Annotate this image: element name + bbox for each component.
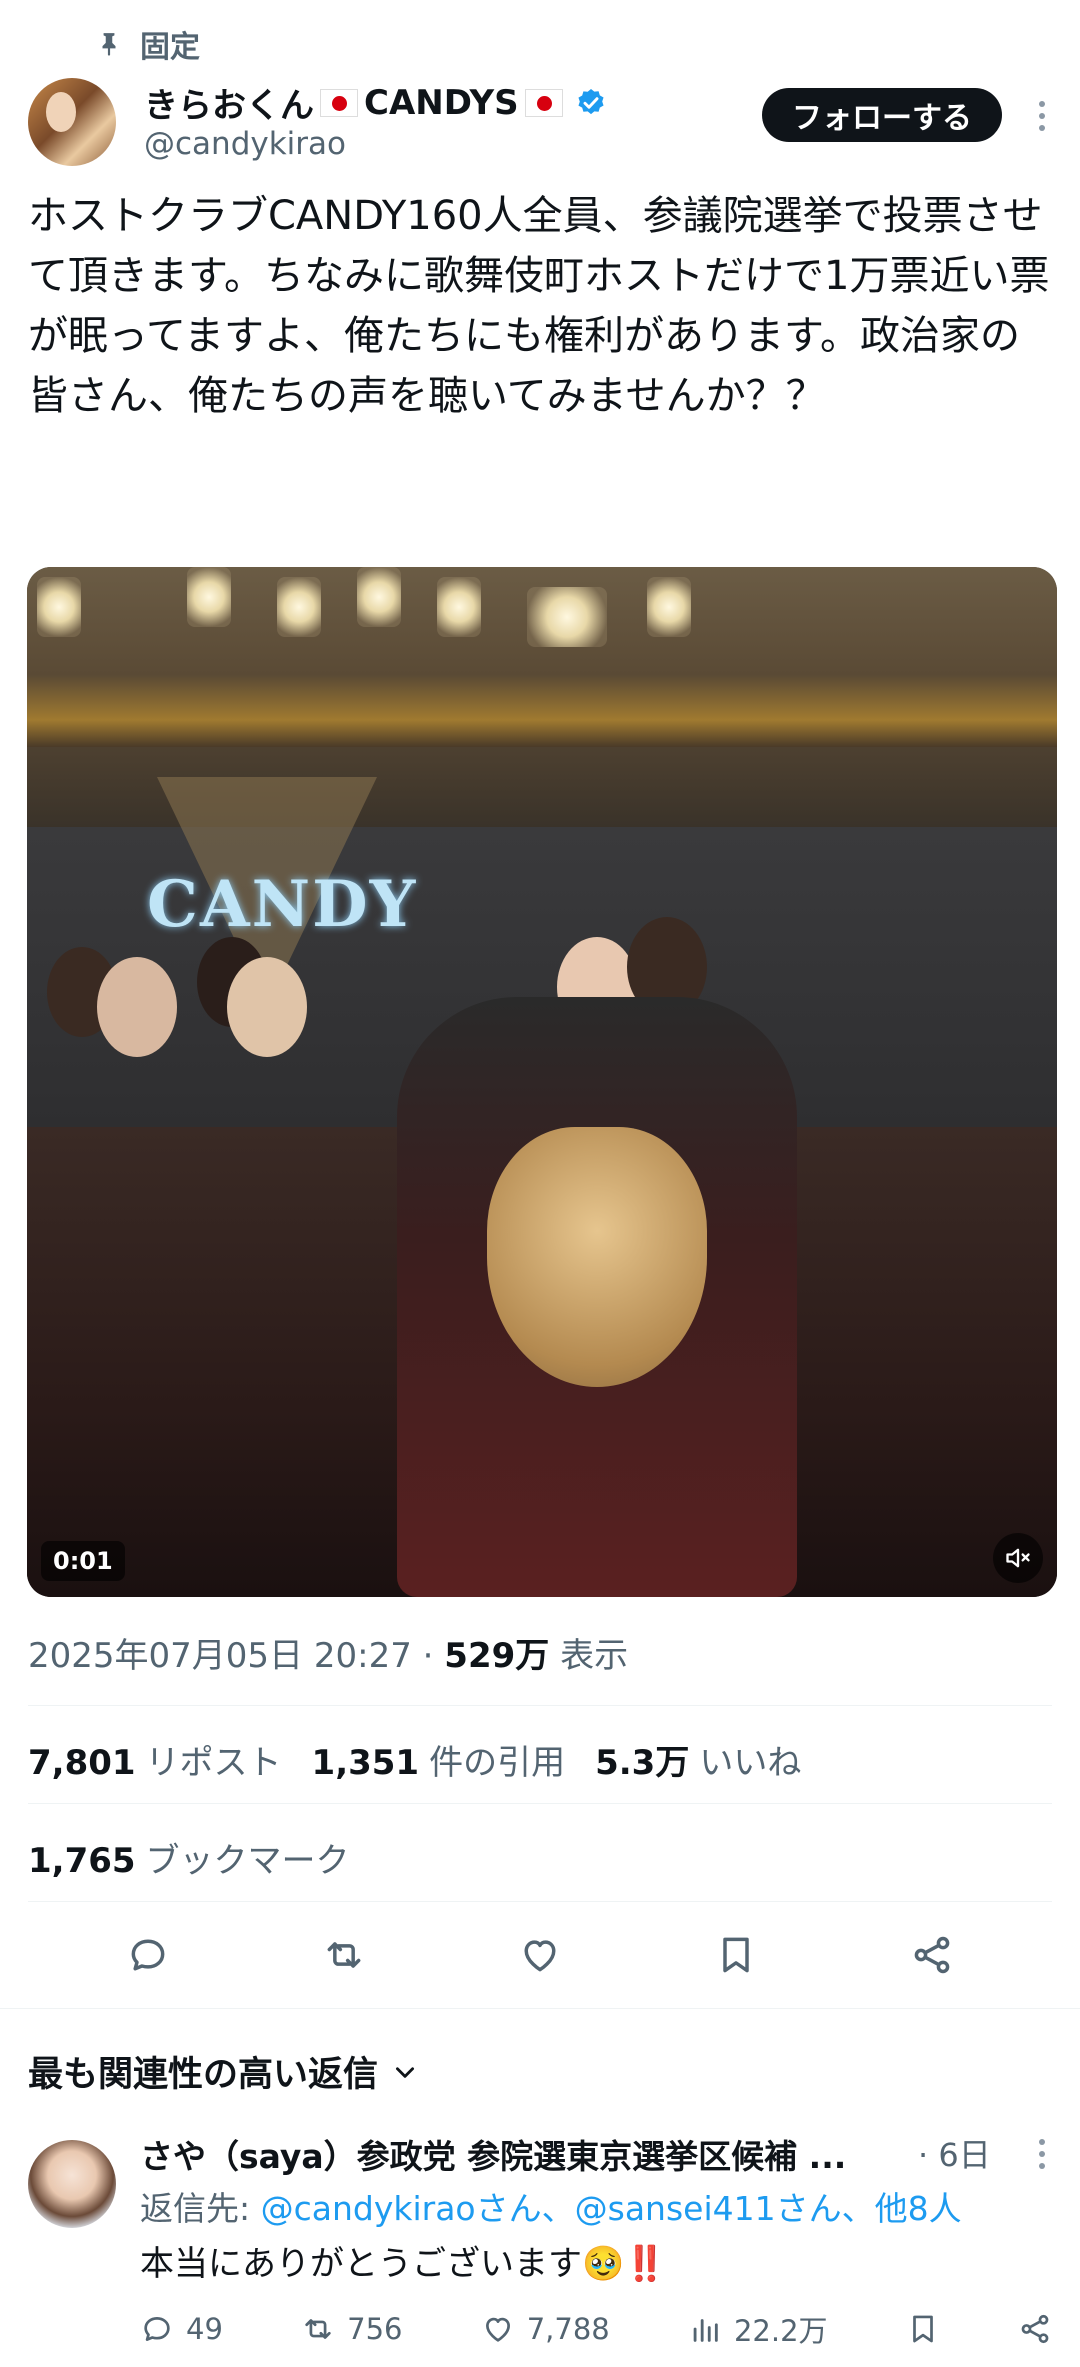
reply-author-name[interactable]: さや（saya）参政党 参院選東京選挙区候補 ... [140, 2130, 940, 2178]
divider [28, 1803, 1052, 1804]
follow-button[interactable]: フォローする [762, 88, 1002, 142]
reply-views-button[interactable]: 22.2万 [688, 2308, 828, 2350]
divider [28, 1705, 1052, 1706]
replies-section-title: 最も関連性の高い返信 [28, 2055, 379, 2095]
mute-button[interactable] [993, 1533, 1043, 1583]
bookmark-icon[interactable] [714, 1933, 758, 1977]
speaker-muted-icon [1006, 1548, 1030, 1568]
more-options-icon[interactable] [1032, 2134, 1052, 2174]
repost-icon [305, 2319, 331, 2339]
pin-icon [102, 33, 116, 56]
club-sign-text: CANDY [147, 867, 418, 942]
reply-icon[interactable] [126, 1933, 170, 1977]
reply-share-button[interactable] [1018, 2312, 1052, 2346]
share-icon [1021, 2314, 1049, 2344]
reply-like-button[interactable]: 7,788 [481, 2312, 610, 2346]
reply-likes-count: 7,788 [526, 2312, 610, 2346]
reply-action-bar: 49 756 7,788 22.2万 [140, 2308, 1052, 2350]
bookmarks-stat[interactable]: 1,765 ブックマーク [28, 1833, 350, 1882]
tweet-text: ホストクラブCANDY160人全員、参議院選挙で投票させて頂きます。ちなみに歌舞… [28, 193, 1050, 419]
reply-to-prefix: 返信先: [140, 2189, 261, 2228]
like-icon[interactable] [518, 1933, 562, 1977]
japan-flag-icon [320, 88, 358, 117]
share-icon[interactable] [910, 1933, 954, 1977]
divider [0, 2008, 1080, 2009]
pinned-label: 固定 [140, 30, 200, 65]
video-timestamp: 0:01 [41, 1541, 125, 1581]
views-count: 529万 [444, 1636, 550, 1676]
chandelier-light [37, 577, 81, 637]
divider [28, 1901, 1052, 1902]
author-name-line[interactable]: きらおくん CANDYS [144, 78, 607, 127]
reply-item[interactable]: さや（saya）参政党 参院選東京選挙区候補 ... · 6日 返信先: @ca… [28, 2130, 1052, 2360]
crowd-head [227, 957, 307, 1057]
author-handle[interactable]: @candykirao [144, 126, 346, 162]
replies-sort-dropdown[interactable]: 最も関連性の高い返信 [28, 2046, 418, 2097]
analytics-icon [693, 2319, 718, 2342]
tweet-meta: 2025年07月05日 20:27 · 529万 表示 [28, 1628, 628, 1677]
meta-separator: · [422, 1636, 434, 1676]
reply-repost-button[interactable]: 756 [301, 2312, 402, 2346]
tweet-timestamp[interactable]: 2025年07月05日 20:27 [28, 1636, 412, 1676]
reply-to-line: 返信先: @candykiraoさん、@sansei411さん、他8人 [140, 2182, 962, 2230]
verified-badge-icon [578, 88, 604, 114]
reply-views-count: 22.2万 [733, 2314, 828, 2348]
views-label: 表示 [560, 1636, 629, 1676]
tweet-video[interactable]: CANDY 0:01 [27, 567, 1057, 1597]
reply-bookmark-button[interactable] [906, 2312, 940, 2346]
reply-to-links[interactable]: @candykiraoさん、@sansei411さん、他8人 [261, 2189, 962, 2228]
likes-stat[interactable]: 5.3万 いいね [595, 1735, 801, 1784]
author-avatar[interactable] [28, 78, 116, 166]
pinned-indicator: 固定 [96, 22, 200, 66]
crowd-head [97, 957, 177, 1057]
reply-avatar[interactable] [28, 2140, 116, 2228]
more-options-icon[interactable] [1032, 96, 1052, 136]
chandelier-light [647, 577, 691, 637]
repost-icon[interactable] [322, 1933, 366, 1977]
like-icon [485, 2317, 510, 2342]
reposts-stat[interactable]: 7,801 リポスト [28, 1735, 282, 1784]
tweet-author: きらおくん CANDYS @candykirao フォローする [28, 78, 1052, 170]
video-performer-hair [487, 1127, 707, 1387]
reply-reply-button[interactable]: 49 [140, 2312, 223, 2346]
engagement-stats: 7,801 リポスト 1,351 件の引用 5.3万 いいね [28, 1735, 801, 1784]
chandelier-light [527, 587, 607, 647]
reply-text: 本当にありがとうございます🥹‼️ [140, 2244, 667, 2284]
bookmark-icon [912, 2315, 933, 2343]
tweet-action-bar [0, 1920, 1080, 1990]
reply-replies-count: 49 [186, 2312, 223, 2346]
japan-flag-icon [524, 88, 563, 117]
reply-reposts-count: 756 [347, 2312, 403, 2346]
chandelier-light [437, 577, 481, 637]
quotes-stat[interactable]: 1,351 件の引用 [312, 1735, 566, 1784]
author-name: きらおくん [144, 86, 314, 126]
author-name-suffix: CANDYS [364, 82, 519, 123]
chevron-down-icon [396, 2066, 415, 2078]
chandelier-light [357, 567, 401, 627]
reply-icon [144, 2317, 170, 2341]
chandelier-light [187, 567, 231, 627]
chandelier-light [277, 577, 321, 637]
reply-time[interactable]: · 6日 [918, 2130, 991, 2176]
